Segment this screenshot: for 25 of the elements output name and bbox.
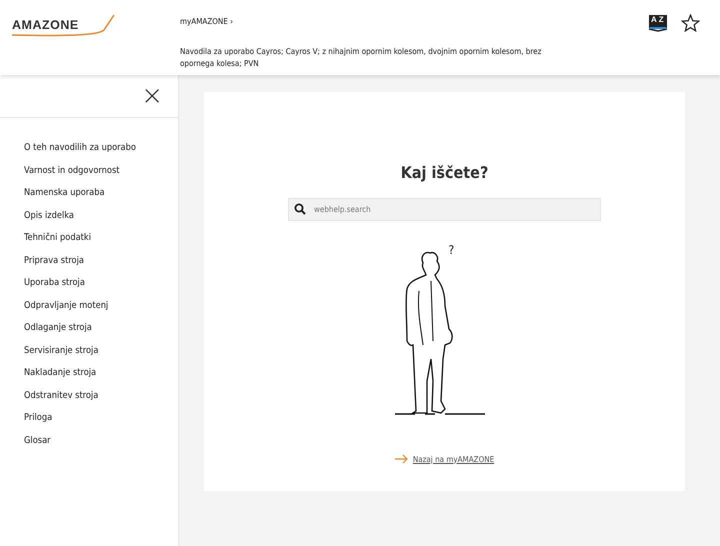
nav-item[interactable]: O teh navodilih za uporabo bbox=[24, 140, 178, 156]
nav-item[interactable]: Opis izdelka bbox=[24, 208, 178, 223]
search-icon bbox=[294, 203, 306, 215]
heading: Kaj iščete? bbox=[400, 163, 488, 182]
logo[interactable]: AMAZONE bbox=[10, 12, 116, 38]
arrow-right-icon bbox=[394, 454, 408, 464]
close-button[interactable]: × bbox=[141, 86, 163, 106]
search-field[interactable]: webhelp.search bbox=[288, 198, 601, 221]
nav-item[interactable]: Namenska uporaba bbox=[24, 185, 178, 200]
nav-item[interactable]: Varnost in odgovornost bbox=[24, 162, 178, 178]
favorite-star-icon[interactable] bbox=[680, 14, 700, 32]
back-link[interactable]: Nazaj na myAMAZONE bbox=[412, 454, 494, 464]
nav-item[interactable]: Odlaganje stroja bbox=[24, 320, 178, 336]
document-title: Navodila za uporabo Cayros; Cayros V; z nihajnim opornim kolesom, dvojnim opornim kolesom, brez opornega kolesa; PVN bbox=[180, 46, 542, 70]
nav-item[interactable]: Tehnični podatki bbox=[24, 230, 178, 246]
breadcrumb-link[interactable]: myAMAZONE › bbox=[180, 17, 648, 26]
question-mark: ? bbox=[448, 243, 454, 257]
nav-item[interactable]: Nakladanje stroja bbox=[24, 365, 178, 380]
nav-item[interactable]: Servisiranje stroja bbox=[24, 342, 178, 358]
nav-item[interactable]: Priprava stroja bbox=[24, 252, 178, 268]
nav-item[interactable]: Odstranitev stroja bbox=[24, 388, 178, 403]
nav-item[interactable]: Priloga bbox=[24, 410, 178, 426]
nav-item[interactable]: Odpravljanje motenj bbox=[24, 298, 178, 313]
nav-item[interactable]: Uporaba stroja bbox=[24, 275, 178, 290]
nav-item[interactable]: Glosar bbox=[24, 432, 178, 448]
